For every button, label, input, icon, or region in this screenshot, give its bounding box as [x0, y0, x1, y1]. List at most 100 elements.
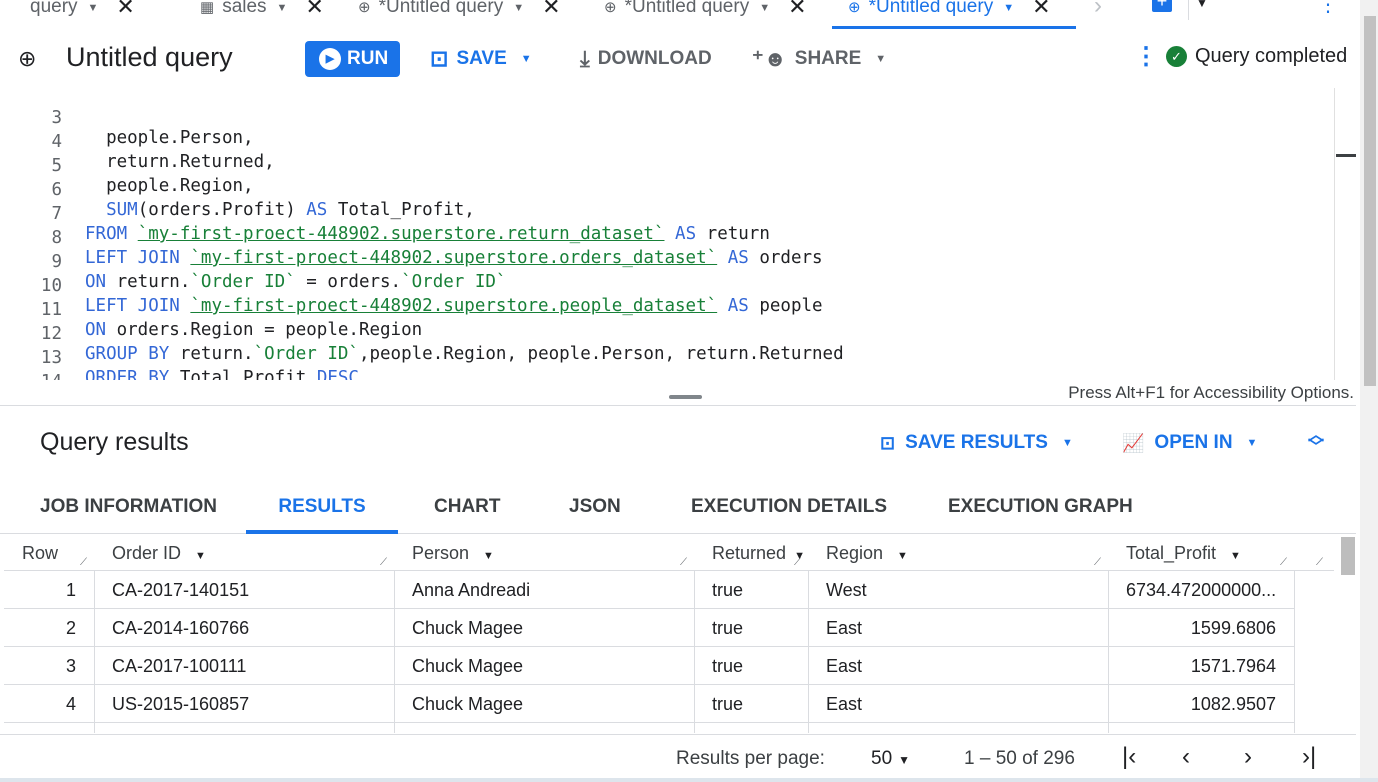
tab-sales[interactable]: ▦ sales ▼ ✕ — [200, 0, 324, 28]
column-label: Region — [826, 543, 884, 563]
sql-editor[interactable]: 3 people.Person, 4 return.Returned, 5 pe… — [0, 88, 1334, 380]
query-icon: ⊕ — [18, 46, 37, 71]
person-add-icon: ⁺☻ — [752, 46, 787, 71]
tab-json[interactable]: JSON — [569, 480, 621, 534]
tab-label: *Untitled query — [378, 0, 504, 17]
column-divider — [1294, 571, 1295, 733]
page-size-label: Results per page: — [676, 748, 825, 769]
accessibility-hint: Press Alt+F1 for Accessibility Options. — [1068, 383, 1354, 402]
table-row[interactable]: 2 CA-2014-160766 Chuck Magee true East 1… — [4, 609, 1294, 647]
previous-page-icon[interactable]: ‹ — [1182, 743, 1190, 771]
editor-line: 9 ON return.`Order ID` = orders.`Order I… — [0, 232, 1334, 292]
download-button[interactable]: ⤓ DOWNLOAD — [580, 41, 712, 77]
chevron-down-icon[interactable]: ▼ — [1003, 2, 1014, 14]
page-scrollbar-thumb[interactable] — [1364, 16, 1376, 386]
save-label: SAVE — [456, 48, 507, 69]
page-size-select[interactable]: 50 ▼ — [871, 748, 910, 770]
chart-icon: 📈 — [1122, 432, 1145, 453]
drag-handle[interactable] — [669, 395, 702, 399]
editor-line: 8 LEFT JOIN `my-first-proect-448902.supe… — [0, 208, 1334, 268]
last-page-icon[interactable]: ›| — [1302, 743, 1316, 771]
chevron-down-icon[interactable]: ▼ — [513, 2, 524, 14]
chevron-down-icon: ▼ — [483, 550, 494, 562]
column-resize-handle[interactable]: ⟋ — [1316, 557, 1323, 568]
close-icon[interactable]: ✕ — [542, 0, 560, 20]
column-resize-handle[interactable]: ⟋ — [80, 557, 87, 568]
column-resize-handle[interactable]: ⟋ — [1280, 557, 1287, 568]
close-icon[interactable]: ✕ — [305, 0, 323, 20]
cell-returned: true — [712, 618, 744, 638]
cell-returned: true — [712, 580, 744, 600]
cell-row: 3 — [65, 656, 76, 676]
chevron-down-icon[interactable]: ▼ — [88, 2, 99, 14]
tab-untitled-query-active[interactable]: ⊕ *Untitled query ▼ ✕ — [848, 0, 1051, 28]
chevron-down-icon[interactable]: ▼ — [759, 2, 770, 14]
column-header-region[interactable]: Region ▼ — [826, 535, 908, 571]
save-results-button[interactable]: ⊡ SAVE RESULTS ▼ — [880, 432, 1073, 454]
column-header-total-profit[interactable]: Total_Profit ▼ — [1126, 535, 1241, 571]
line-number: 14 — [8, 372, 62, 380]
cell-region: East — [826, 694, 863, 714]
chevron-down-icon: ▼ — [898, 753, 911, 767]
column-resize-handle[interactable]: ⟋ — [794, 557, 801, 568]
tab-job-information[interactable]: JOB INFORMATION — [40, 480, 217, 534]
table-scrollbar-thumb[interactable] — [1341, 537, 1355, 575]
column-header-row: Row — [22, 535, 58, 571]
save-button[interactable]: ⊡ SAVE ▼ — [430, 41, 532, 77]
pagination-bar: Results per page: 50 ▼ 1 – 50 of 296 |‹ ‹… — [0, 734, 1356, 780]
tab-untitled-query-1[interactable]: ⊕ *Untitled query ▼ ✕ — [358, 0, 561, 28]
column-resize-handle[interactable]: ⟋ — [1094, 557, 1101, 568]
editor-line: 3 people.Person, — [0, 88, 1334, 148]
cell-total-profit: 1599.6806 — [1190, 618, 1276, 638]
close-icon[interactable]: ✕ — [1032, 0, 1050, 20]
chevron-right-icon[interactable]: › — [1094, 0, 1102, 20]
table-row[interactable]: 3 CA-2017-100111 Chuck Magee true East 1… — [4, 647, 1294, 685]
chevron-down-icon[interactable]: ▼ — [277, 2, 288, 14]
column-resize-handle[interactable]: ⟋ — [680, 557, 687, 568]
run-label: RUN — [347, 48, 389, 69]
cell-person: Chuck Magee — [412, 694, 524, 714]
bottom-edge — [0, 778, 1378, 782]
table-row[interactable]: 1 CA-2017-140151 Anna Andreadi true West… — [4, 571, 1294, 609]
tab-untitled-query-2[interactable]: ⊕ *Untitled query ▼ ✕ — [604, 0, 807, 28]
add-tab-icon[interactable]: + — [1152, 0, 1172, 12]
column-label: Returned — [712, 543, 787, 563]
column-header-person[interactable]: Person ▼ — [412, 535, 494, 571]
more-vert-icon[interactable]: ⋮ — [1134, 42, 1158, 71]
column-header-order-id[interactable]: Order ID ▼ — [112, 535, 206, 571]
cell-order-id: CA-2014-160766 — [112, 618, 250, 638]
editor-line: 5 people.Region, — [0, 136, 1334, 196]
column-resize-handle[interactable]: ⟋ — [380, 557, 387, 568]
close-icon[interactable]: ✕ — [788, 0, 806, 20]
cell-order-id: CA-2017-140151 — [112, 580, 250, 600]
tab-chart[interactable]: CHART — [434, 480, 501, 534]
expand-icon[interactable]: ︿ ﹀ — [1308, 428, 1324, 456]
first-page-icon[interactable]: |‹ — [1122, 743, 1136, 771]
column-header-returned[interactable]: Returned ▼ — [712, 535, 805, 571]
query-title[interactable]: Untitled query — [66, 42, 233, 73]
column-label: Total_Profit — [1126, 543, 1217, 563]
results-title: Query results — [40, 428, 189, 456]
close-icon[interactable]: ✕ — [116, 0, 134, 20]
tab-results[interactable]: RESULTS — [246, 480, 398, 534]
chevron-down-icon: ▼ — [875, 53, 887, 65]
download-icon: ⤓ — [580, 46, 590, 71]
cell-row: 4 — [65, 694, 76, 714]
share-button[interactable]: ⁺☻ SHARE ▼ — [752, 41, 886, 77]
save-icon: ⊡ — [880, 432, 896, 453]
next-page-icon[interactable]: › — [1244, 743, 1252, 771]
table-row[interactable]: 4 US-2015-160857 Chuck Magee true East 1… — [4, 685, 1294, 723]
tab-query[interactable]: query ▼ ✕ — [30, 0, 135, 28]
cell-person: Chuck Magee — [412, 618, 524, 638]
cell-region: East — [826, 656, 863, 676]
tab-execution-details[interactable]: EXECUTION DETAILS — [691, 480, 887, 534]
run-button[interactable]: ▶ RUN — [305, 41, 400, 77]
chevron-down-icon[interactable]: ▼ — [1196, 0, 1208, 10]
cell-order-id: US-2015-160857 — [112, 694, 250, 714]
more-vert-icon[interactable]: ⋮ — [1318, 0, 1338, 17]
table-header: Row ⟋ Order ID ▼ ⟋ Person ▼ ⟋ Returned ▼ ⟋ … — [4, 535, 1334, 571]
open-in-button[interactable]: 📈 OPEN IN ▼ — [1122, 432, 1257, 454]
editor-line: 11 ON orders.Region = people.Region — [0, 280, 1334, 340]
query-toolbar: ⊕ Untitled query ▶ RUN ⊡ SAVE ▼ ⤓ DOWNLO… — [0, 30, 1360, 88]
tab-execution-graph[interactable]: EXECUTION GRAPH — [948, 480, 1133, 534]
